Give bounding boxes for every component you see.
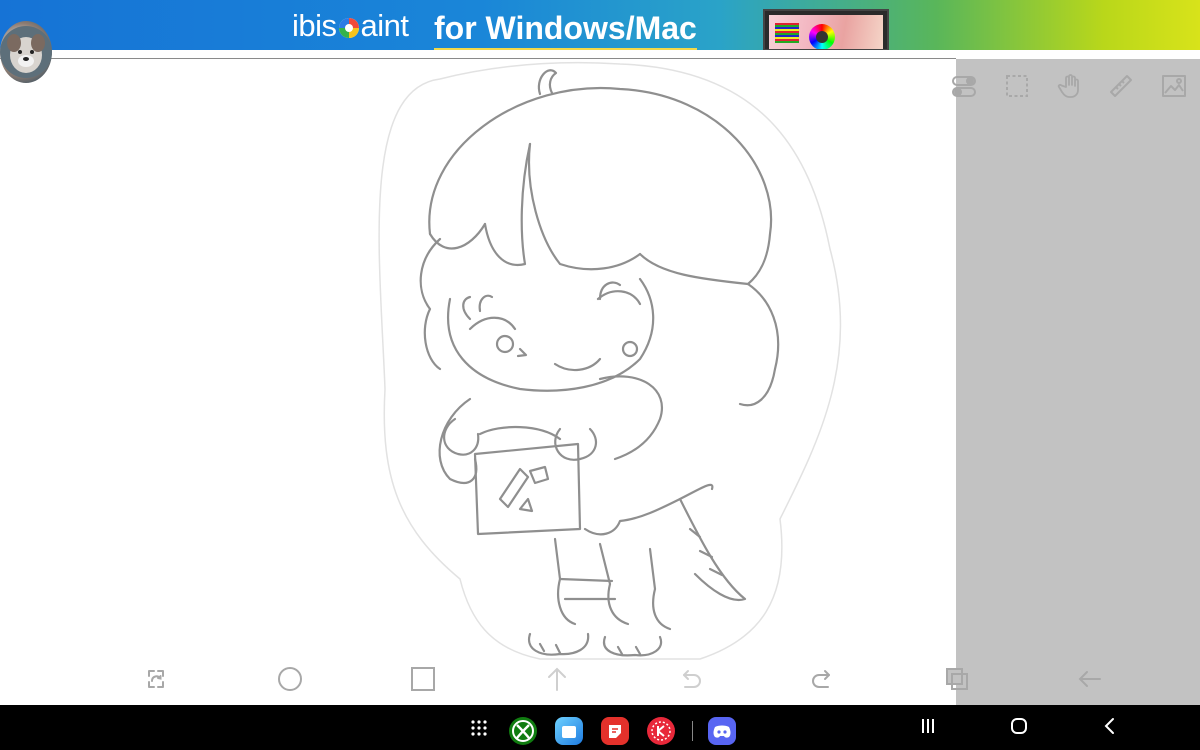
back-nav-icon[interactable] xyxy=(1095,711,1125,741)
files-app[interactable] xyxy=(555,717,583,745)
ad-brand-suffix: aint xyxy=(360,8,409,43)
kinemaster-app[interactable] xyxy=(647,717,675,745)
ad-brand-prefix: ibis xyxy=(292,8,337,43)
files-icon xyxy=(562,726,576,738)
ad-banner[interactable]: ibis aint for Windows/Mac xyxy=(0,0,1200,50)
redo-icon[interactable] xyxy=(808,664,838,694)
notes-icon xyxy=(609,725,621,738)
apps-grid-icon[interactable] xyxy=(470,719,488,737)
square-icon[interactable] xyxy=(408,664,438,694)
discord-app[interactable] xyxy=(708,717,736,745)
ad-product-image xyxy=(763,9,889,50)
undo-icon[interactable] xyxy=(675,664,705,694)
home-icon[interactable] xyxy=(1004,711,1034,741)
layer-toggle-icon[interactable] xyxy=(949,71,979,101)
line-art-drawing xyxy=(378,61,842,660)
transform-icon[interactable] xyxy=(141,664,171,694)
xbox-icon xyxy=(512,720,534,742)
image-icon[interactable] xyxy=(1159,71,1189,101)
drawing-canvas[interactable] xyxy=(0,59,956,705)
back-icon[interactable] xyxy=(1075,664,1105,694)
color-wheel-icon xyxy=(338,17,359,38)
avatar[interactable] xyxy=(0,21,52,83)
dog-avatar-image xyxy=(0,26,52,78)
circle-icon[interactable] xyxy=(275,664,305,694)
selection-icon[interactable] xyxy=(1002,71,1032,101)
dock-separator xyxy=(692,721,693,741)
ad-brand-logo: ibis aint xyxy=(292,6,409,46)
xbox-app[interactable] xyxy=(509,717,537,745)
layers-icon[interactable] xyxy=(942,664,972,694)
arrow-up-icon[interactable] xyxy=(542,664,572,694)
ruler-icon[interactable] xyxy=(1106,71,1136,101)
ad-tagline: for Windows/Mac xyxy=(434,8,697,50)
hand-icon[interactable] xyxy=(1055,71,1085,101)
kinemaster-icon xyxy=(651,721,671,741)
canvas-side-panel xyxy=(956,59,1200,705)
recents-icon[interactable] xyxy=(913,711,943,741)
discord-icon xyxy=(713,725,731,738)
notes-app[interactable] xyxy=(601,717,629,745)
